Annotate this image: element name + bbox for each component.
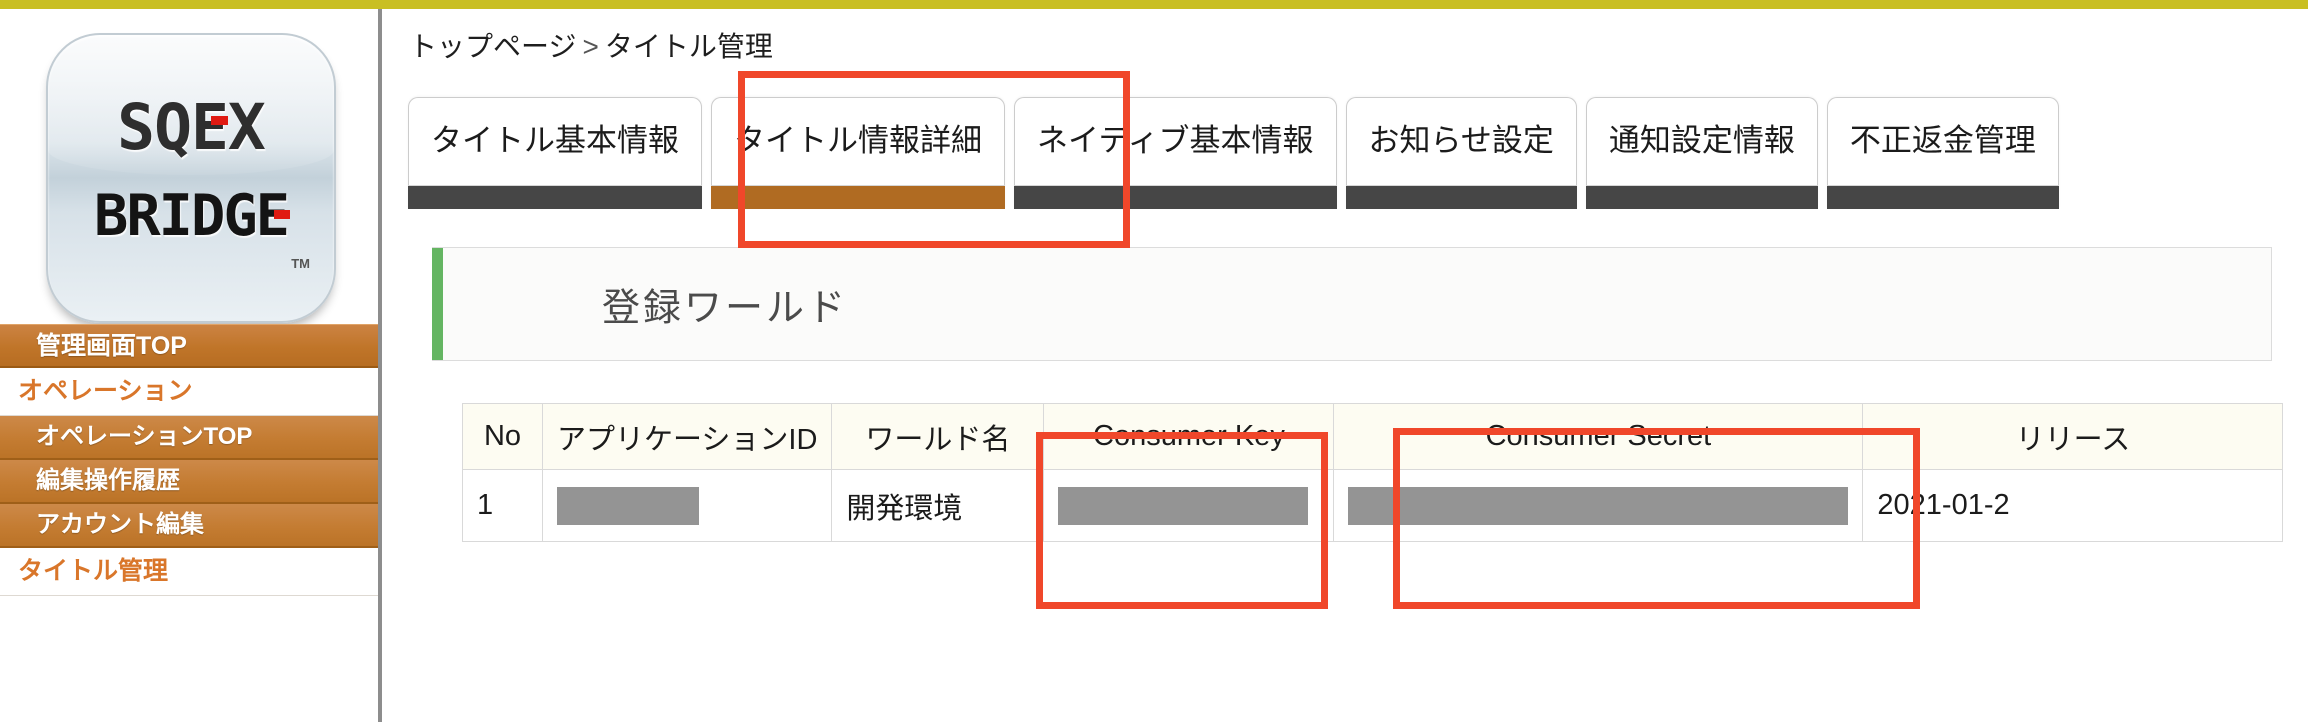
registered-world-panel: 登録ワールド No アプリケーションID ワールド名 Consumer Key … (432, 247, 2308, 687)
tab-underline (1585, 185, 1818, 209)
tab-label: タイトル基本情報 (431, 123, 679, 158)
page-root: SQEX BRIDGE TM 管理画面TOP オペレーション オペレーションTO… (0, 0, 2308, 722)
col-header-application-id: アプリケーションID (541, 403, 833, 470)
tab-underline-active (711, 185, 1005, 209)
sidebar-nav: 管理画面TOP オペレーション オペレーションTOP 編集操作履歴 アカウント編… (0, 324, 378, 596)
breadcrumb-current: タイトル管理 (604, 31, 773, 62)
tab-fraud-refund-management[interactable]: 不正返金管理 (1826, 97, 2059, 209)
col-header-consumer-key: Consumer Key (1043, 403, 1335, 470)
table-body: 1 開発環境 2021-01-2 (462, 469, 2284, 542)
logo-trademark: TM (291, 256, 310, 271)
tab-underline (1014, 185, 1337, 209)
table-row: 1 開発環境 2021-01-2 (462, 469, 2284, 542)
logo-text-bridge: BRIDGE (94, 183, 290, 249)
sidebar-group-title-management: タイトル管理 (0, 548, 378, 596)
logo-red-dot-lower-icon (274, 210, 290, 219)
redaction-block (1348, 486, 1849, 525)
section-title: 登録ワールド (602, 287, 849, 330)
cell-consumer-secret (1333, 469, 1864, 542)
sidebar-item-label: 管理画面TOP (36, 332, 187, 360)
sidebar-item-label: オペレーションTOP (36, 423, 253, 450)
tab-notification-settings-info[interactable]: 通知設定情報 (1585, 97, 1818, 209)
logo-tile: SQEX BRIDGE TM (46, 33, 336, 323)
tab-label: お知らせ設定 (1368, 123, 1554, 158)
main-content: トップページ > タイトル管理 タイトル基本情報 タイトル情報詳細 ネイティブ基本情… (386, 9, 2308, 722)
col-header-world-name: ワールド名 (831, 403, 1045, 470)
table-head: No アプリケーションID ワールド名 Consumer Key Consume… (462, 403, 2284, 470)
sidebar: SQEX BRIDGE TM 管理画面TOP オペレーション オペレーションTO… (0, 9, 382, 722)
sidebar-item-operation-top[interactable]: オペレーションTOP (0, 416, 378, 460)
cell-world-name: 開発環境 (831, 469, 1045, 542)
tab-underline (1826, 185, 2059, 209)
tab-underline (1345, 185, 1577, 209)
col-header-consumer-secret: Consumer Secret (1333, 403, 1864, 470)
cell-release-date: 2021-01-2 (1862, 469, 2284, 542)
breadcrumb-separator: > (582, 31, 599, 62)
world-table-wrapper: No アプリケーションID ワールド名 Consumer Key Consume… (462, 403, 2308, 542)
tab-notice-settings[interactable]: お知らせ設定 (1345, 97, 1577, 209)
sidebar-item-label: アカウント編集 (36, 511, 204, 538)
logo-red-dot-upper-icon (211, 116, 228, 125)
world-table: No アプリケーションID ワールド名 Consumer Key Consume… (462, 403, 2284, 542)
cell-consumer-key (1043, 469, 1335, 542)
sidebar-group-label: タイトル管理 (18, 557, 169, 585)
tab-native-basic-info[interactable]: ネイティブ基本情報 (1014, 97, 1337, 209)
sidebar-item-label: 編集操作履歴 (36, 467, 180, 494)
table-header-row: No アプリケーションID ワールド名 Consumer Key Consume… (462, 403, 2284, 470)
cell-no: 1 (462, 469, 543, 542)
breadcrumb: トップページ > タイトル管理 (409, 25, 773, 65)
tab-bar: タイトル基本情報 タイトル情報詳細 ネイティブ基本情報 お知らせ設定 通知設定情… (408, 97, 2068, 209)
tab-label: 通知設定情報 (1608, 123, 1795, 158)
redaction-block (1058, 486, 1309, 525)
tab-title-basic-info[interactable]: タイトル基本情報 (408, 97, 702, 209)
sidebar-item-admin-top[interactable]: 管理画面TOP (0, 324, 378, 368)
sidebar-group-label: オペレーション (18, 377, 193, 405)
breadcrumb-root[interactable]: トップページ (409, 31, 576, 62)
cell-application-id (541, 469, 833, 542)
sidebar-group-operation: オペレーション (0, 368, 378, 416)
sidebar-item-edit-history[interactable]: 編集操作履歴 (0, 460, 378, 504)
logo-text-sqex: SQEX (117, 91, 266, 164)
redaction-block (557, 486, 699, 525)
col-header-no: No (462, 403, 543, 470)
tab-label: 不正返金管理 (1849, 123, 2036, 158)
col-header-release-date: リリース (1862, 403, 2284, 470)
sidebar-item-account-edit[interactable]: アカウント編集 (0, 504, 378, 548)
section-header: 登録ワールド (432, 247, 2272, 361)
tab-label: タイトル情報詳細 (734, 123, 982, 158)
app-logo: SQEX BRIDGE TM (46, 33, 336, 323)
tab-title-detail-info[interactable]: タイトル情報詳細 (711, 97, 1005, 209)
tab-label: ネイティブ基本情報 (1037, 123, 1314, 158)
tab-underline (408, 185, 702, 209)
section-accent-bar (432, 248, 443, 360)
top-accent-rule-right (384, 0, 2308, 9)
